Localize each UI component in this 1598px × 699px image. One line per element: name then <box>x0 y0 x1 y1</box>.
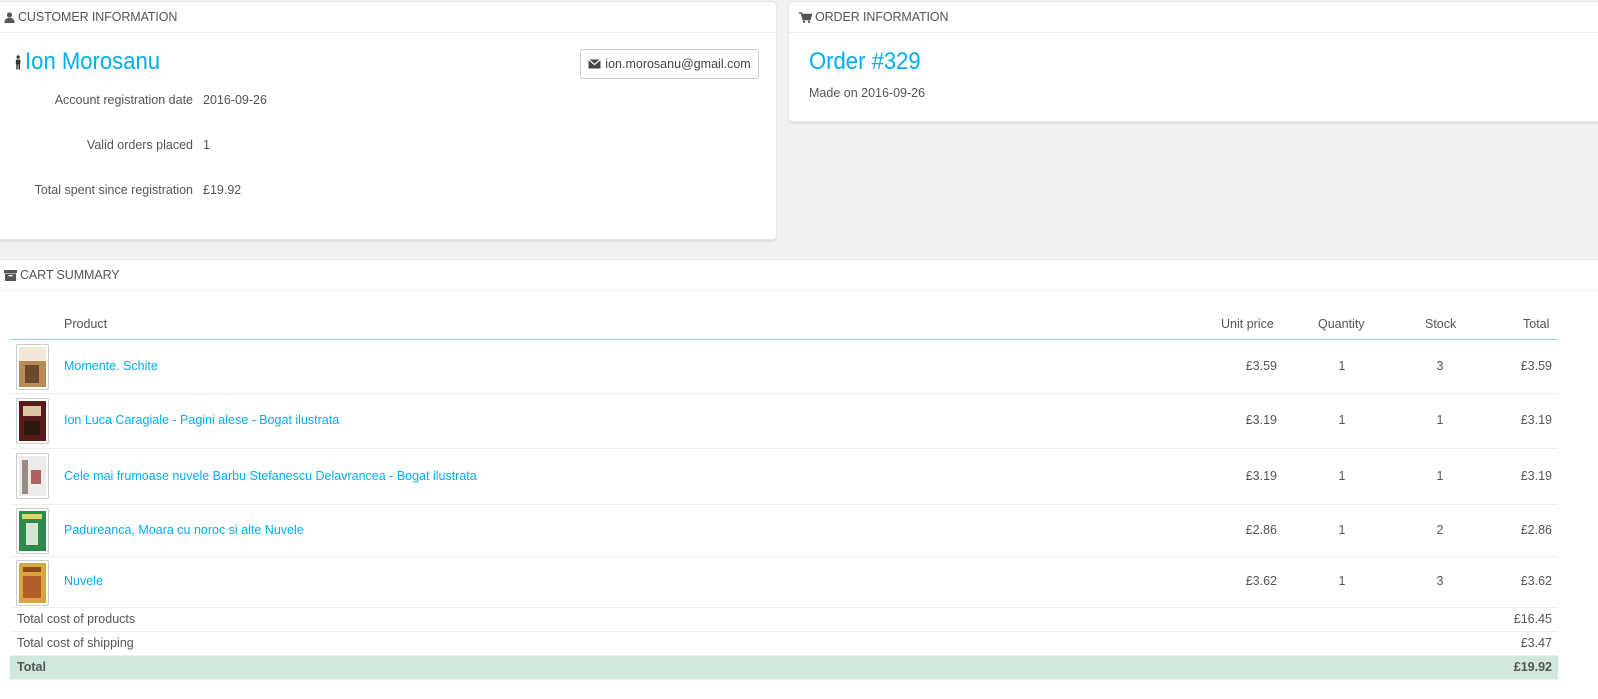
stock-cell: 2 <box>1436 523 1444 537</box>
user-icon <box>4 11 15 23</box>
total-shipping-row: Total cost of shipping £3.47 <box>10 632 1558 656</box>
product-link[interactable]: Padureanca, Moara cu noroc si alte Nuvel… <box>64 523 304 537</box>
total-cell: £3.62 <box>1520 574 1552 588</box>
quantity-cell: 1 <box>1338 469 1346 483</box>
valid-orders-label: Valid orders placed <box>86 138 193 152</box>
valid-orders-value: 1 <box>203 138 210 152</box>
cart-table: Product Unit price Quantity Stock Total … <box>10 306 1558 680</box>
order-panel-heading: ORDER INFORMATION <box>789 2 1598 33</box>
table-row: Padureanca, Moara cu noroc si alte Nuvel… <box>10 505 1558 557</box>
total-cell: £3.19 <box>1520 469 1552 483</box>
customer-information-panel: CUSTOMER INFORMATION Ion Morosanu ion.mo… <box>0 1 777 240</box>
product-link[interactable]: Ion Luca Caragiale - Pagini alese - Boga… <box>64 413 339 427</box>
book-cover-image <box>19 456 46 496</box>
grand-total-label: Total <box>17 660 46 674</box>
unit-price-cell: £3.19 <box>1245 413 1277 427</box>
order-panel-title: ORDER INFORMATION <box>815 10 949 24</box>
cart-panel-heading: CART SUMMARY <box>0 260 1598 291</box>
column-product: Product <box>64 317 108 331</box>
order-information-panel: ORDER INFORMATION Order #329 Made on 201… <box>788 1 1598 122</box>
stock-cell: 1 <box>1436 469 1444 483</box>
product-thumbnail[interactable] <box>16 508 49 554</box>
column-unit-price: Unit price <box>1221 317 1274 331</box>
quantity-cell: 1 <box>1338 574 1346 588</box>
total-cell: £3.59 <box>1520 359 1552 373</box>
grand-total-row: Total £19.92 <box>10 656 1558 680</box>
book-cover-image <box>19 563 46 603</box>
quantity-cell: 1 <box>1338 413 1346 427</box>
product-link[interactable]: Cele mai frumoase nuvele Barbu Stefanesc… <box>64 469 477 483</box>
unit-price-cell: £3.19 <box>1245 469 1277 483</box>
column-stock: Stock <box>1425 317 1457 331</box>
column-quantity: Quantity <box>1318 317 1365 331</box>
total-cell: £3.19 <box>1520 413 1552 427</box>
quantity-cell: 1 <box>1338 359 1346 373</box>
email-customer-button[interactable]: ion.morosanu@gmail.com <box>580 49 759 79</box>
table-row: Momente. Schite £3.59 1 3 £3.59 <box>10 340 1558 394</box>
cart-table-header: Product Unit price Quantity Stock Total <box>10 306 1558 340</box>
email-button-label: ion.morosanu@gmail.com <box>605 57 751 71</box>
stock-cell: 1 <box>1436 413 1444 427</box>
customer-name-link[interactable]: Ion Morosanu <box>14 48 160 76</box>
column-total: Total <box>1523 317 1550 331</box>
customer-name: Ion Morosanu <box>25 48 161 75</box>
table-row: Cele mai frumoase nuvele Barbu Stefanesc… <box>10 449 1558 505</box>
stock-cell: 3 <box>1436 574 1444 588</box>
unit-price-cell: £2.86 <box>1245 523 1277 537</box>
product-link[interactable]: Nuvele <box>64 574 103 588</box>
total-spent-label: Total spent since registration <box>34 183 193 197</box>
customer-panel-heading: CUSTOMER INFORMATION <box>0 2 776 33</box>
customer-panel-title: CUSTOMER INFORMATION <box>18 10 178 24</box>
stock-cell: 3 <box>1436 359 1444 373</box>
product-thumbnail[interactable] <box>16 560 49 606</box>
product-thumbnail[interactable] <box>16 398 49 444</box>
total-products-row: Total cost of products £16.45 <box>10 608 1558 632</box>
archive-icon <box>4 269 17 281</box>
total-cell: £2.86 <box>1520 523 1552 537</box>
table-row: Ion Luca Caragiale - Pagini alese - Boga… <box>10 394 1558 449</box>
envelope-icon <box>588 59 605 69</box>
unit-price-cell: £3.59 <box>1245 359 1277 373</box>
cart-summary-panel: CART SUMMARY Product Unit price Quantity… <box>0 259 1598 699</box>
book-cover-image <box>19 401 46 441</box>
registration-date-value: 2016-09-26 <box>203 93 267 107</box>
male-icon <box>14 54 22 70</box>
cart-icon <box>799 11 812 23</box>
quantity-cell: 1 <box>1338 523 1346 537</box>
product-link[interactable]: Momente. Schite <box>64 359 158 373</box>
total-products-label: Total cost of products <box>17 612 136 626</box>
total-spent-value: £19.92 <box>203 183 242 197</box>
table-row: Nuvele £3.62 1 3 £3.62 <box>10 557 1558 608</box>
registration-date-label: Account registration date <box>54 93 193 107</box>
unit-price-cell: £3.62 <box>1245 574 1277 588</box>
total-shipping-label: Total cost of shipping <box>17 636 134 650</box>
total-shipping-value: £3.47 <box>1520 636 1552 650</box>
book-cover-image <box>19 511 46 551</box>
total-products-value: £16.45 <box>1513 612 1552 626</box>
cart-panel-title: CART SUMMARY <box>20 268 120 282</box>
order-number-link[interactable]: Order #329 <box>809 48 921 76</box>
grand-total-value: £19.92 <box>1513 660 1552 674</box>
product-thumbnail[interactable] <box>16 453 49 499</box>
order-date: Made on 2016-09-26 <box>809 86 926 100</box>
book-cover-image <box>19 347 46 387</box>
product-thumbnail[interactable] <box>16 344 49 390</box>
